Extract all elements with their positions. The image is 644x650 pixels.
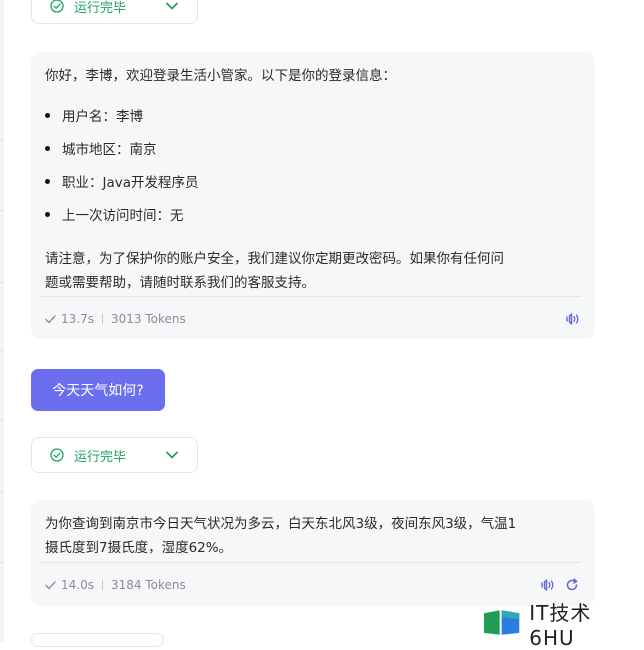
left-rail [0,0,4,642]
list-item: 城市地区：南京 [45,138,157,158]
check-circle-icon [50,448,64,462]
message-note-line1: 请注意，为了保护你的账户安全，我们建议你定期更改密码。如果你有任何问 [45,251,504,267]
refresh-icon[interactable] [565,578,579,592]
check-circle-icon [50,0,64,13]
watermark: IT技术 6HU [482,601,642,650]
message-line1: 为你查询到南京市今日天气状况为多云，白天东北风3级，夜间东风3级，气温1 [45,516,517,532]
run-status-dropdown[interactable]: 运行完毕 [31,437,198,473]
assistant-message-weather: 为你查询到南京市今日天气状况为多云，白天东北风3级，夜间东风3级，气温1 摄氏度… [31,500,595,606]
run-status-dropdown-top[interactable]: 运行完毕 [31,0,198,24]
run-status-dropdown-bottom[interactable] [31,633,164,647]
chevron-down-icon [166,451,178,459]
message-note-line2: 题或需要帮助，请随时联系我们的客服支持。 [45,275,315,291]
divider [41,296,581,297]
list-item: 用户名：李博 [45,105,143,125]
token-count: 3013 Tokens [110,312,186,326]
user-message: 今天天气如何? [31,369,165,411]
list-item: 上一次访问时间：无 [45,204,184,224]
check-icon [45,580,56,589]
check-icon [45,314,56,323]
response-time: 13.7s [61,312,94,326]
message-meta: 13.7s 3013 Tokens [45,312,186,326]
speaker-icon[interactable] [539,578,555,592]
list-item: 职业：Java开发程序员 [45,171,199,191]
token-count: 3184 Tokens [110,578,186,592]
run-status-label: 运行完毕 [74,0,127,16]
message-meta: 14.0s 3184 Tokens [45,578,186,592]
assistant-message-login-info: 你好，李博，欢迎登录生活小管家。以下是你的登录信息： 用户名：李博 城市地区：南… [31,52,595,339]
run-status-label: 运行完毕 [74,449,127,465]
message-intro: 你好，李博，欢迎登录生活小管家。以下是你的登录信息： [45,68,396,84]
divider [41,562,581,563]
speaker-icon[interactable] [564,312,580,326]
chevron-down-icon [166,2,178,10]
message-line2: 摄氏度到7摄氏度，湿度62%。 [45,540,233,556]
response-time: 14.0s [61,578,94,592]
watermark-logo-icon [483,610,520,635]
